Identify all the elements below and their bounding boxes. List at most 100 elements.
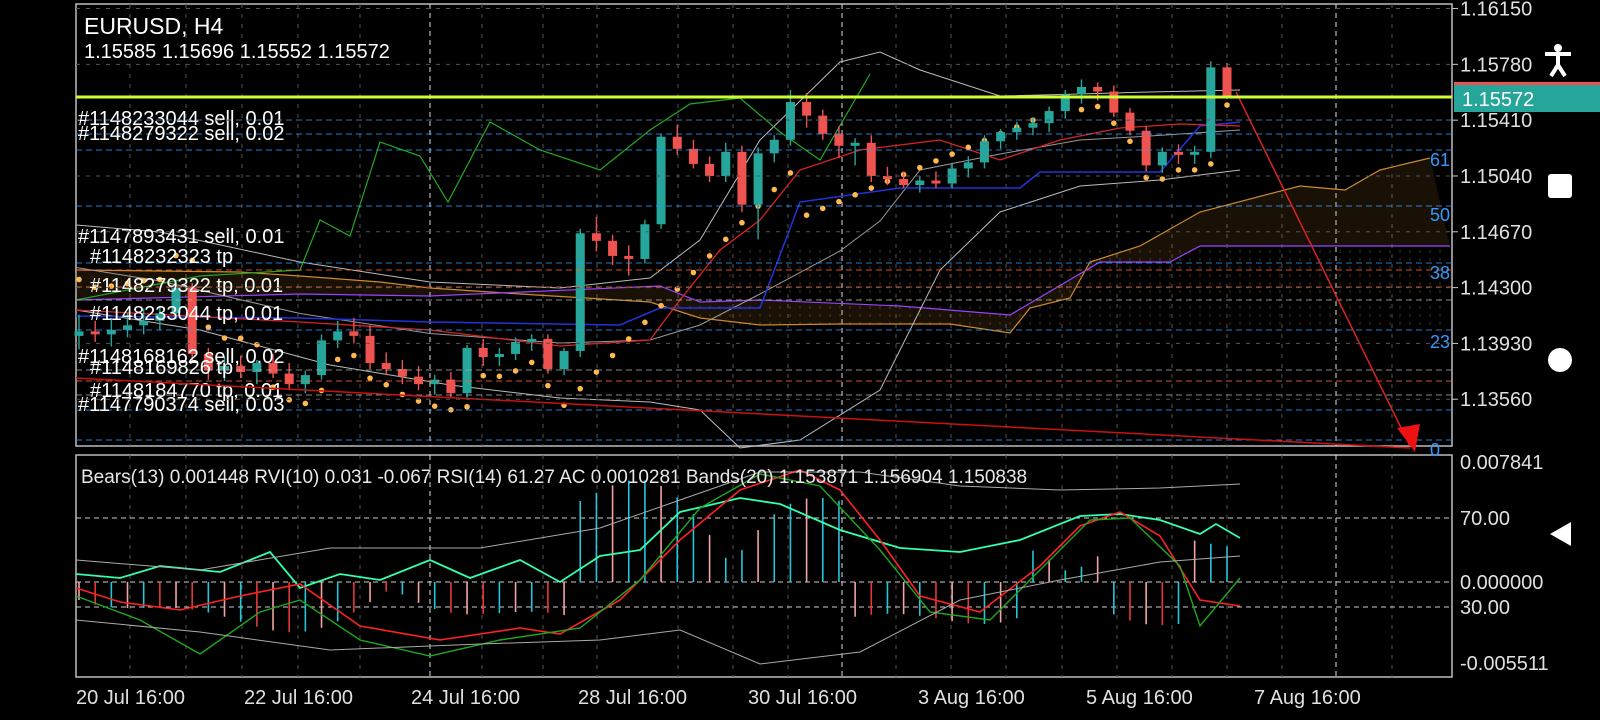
candle-body [559, 350, 569, 370]
sar-dot [237, 335, 244, 342]
sar-dot [334, 356, 341, 363]
price-tick-label: 1.14300 [1460, 278, 1532, 300]
square-icon[interactable] [1546, 172, 1574, 200]
candle-body [591, 233, 601, 241]
circle-icon[interactable] [1546, 346, 1574, 374]
candle-body [1076, 86, 1086, 95]
candle-body [90, 331, 100, 335]
candle-body [1012, 127, 1022, 133]
candle-body [1157, 151, 1167, 166]
candle-body [1109, 91, 1119, 113]
candle-body [300, 375, 310, 385]
sar-dot [642, 319, 648, 326]
sar-dot [803, 212, 810, 218]
sar-dot [690, 269, 697, 276]
order-label: #1148232323 tp [90, 246, 233, 268]
order-label: #1148169826 tp [90, 357, 233, 379]
candle-body [123, 325, 133, 330]
order-label: #1147790374 sell, 0.03 [78, 394, 284, 416]
order-label: #1148279322 sell, 0.02 [78, 123, 284, 145]
sar-dot [1094, 103, 1101, 110]
triangle-back-icon[interactable] [1547, 520, 1575, 548]
candle-body [979, 141, 989, 163]
candle-body [866, 142, 876, 176]
chart-grid [75, 3, 1453, 678]
candle-body [478, 347, 488, 357]
price-tick-label: 1.14670 [1460, 222, 1532, 244]
fib-level-label: 23 [1430, 332, 1450, 352]
sar-dot [722, 236, 729, 243]
sar-dot [431, 403, 438, 409]
sar-dot [577, 385, 584, 392]
candle-body [527, 338, 537, 342]
order-label: #1148233044 tp, 0.01 [90, 303, 283, 325]
time-tick-label: 30 Jul 16:00 [748, 687, 857, 709]
sar-dot [658, 302, 664, 309]
candle-body [769, 139, 779, 154]
candle-body [462, 347, 472, 394]
sar-dot [1191, 167, 1198, 173]
candle-body [349, 331, 359, 336]
sar-dot [852, 192, 858, 198]
candle-body [284, 373, 294, 385]
price-tick-label: 1.15040 [1460, 166, 1532, 188]
time-axis: 20 Jul 16:00 22 Jul 16:00 24 Jul 16:00 28 J… [76, 687, 1361, 709]
chart-canvas[interactable]: #1148233044 sell, 0.01#1148279322 sell, … [0, 0, 1600, 720]
sar-dot [76, 276, 82, 283]
candle-body [705, 163, 715, 176]
time-tick-label: 5 Aug 16:00 [1086, 687, 1193, 709]
candle-body [1222, 67, 1232, 97]
candle-body [414, 376, 424, 385]
time-tick-label: 7 Aug 16:00 [1254, 687, 1361, 709]
sar-dot [545, 382, 551, 389]
candle-body [721, 151, 731, 176]
candle-body [1206, 67, 1216, 152]
sar-dot [1159, 176, 1166, 182]
sar-dot [496, 373, 503, 380]
sar-dot [480, 372, 487, 379]
candle-body [1044, 111, 1054, 124]
time-tick-label: 28 Jul 16:00 [578, 687, 687, 709]
order-label: #1148279322 tp, 0.01 [90, 275, 283, 297]
time-tick-label: 20 Jul 16:00 [76, 687, 185, 709]
price-badge-top [1454, 82, 1600, 85]
time-tick-label: 22 Jul 16:00 [244, 687, 353, 709]
candle-body [1125, 112, 1135, 131]
sar-dot [512, 368, 519, 374]
sar-dot [1224, 102, 1230, 108]
candle-body [672, 136, 682, 149]
projection-line [1235, 91, 1411, 447]
candle-body [915, 180, 925, 186]
price-tick-label: 1.13930 [1460, 333, 1532, 355]
price-tick-label: 1.16150 [1460, 0, 1532, 21]
rvi-signal-line [75, 473, 1241, 657]
sar-dot [949, 151, 955, 157]
rvi-line [75, 469, 1241, 641]
ohlc-readout: 1.15585 1.15696 1.15552 1.15572 [84, 41, 390, 63]
candle-body [1028, 123, 1038, 128]
candle-body [850, 142, 860, 146]
crosshair-person-icon[interactable] [1540, 42, 1576, 78]
candle-body [963, 162, 973, 169]
candle-body [333, 331, 343, 341]
sar-dot [205, 324, 212, 330]
sar-dot [965, 144, 972, 151]
sar-dot [609, 352, 616, 359]
sar-dot [706, 253, 713, 259]
sar-dot [771, 186, 778, 193]
sar-dot [383, 381, 390, 388]
candle-body [737, 151, 747, 205]
candle-body [575, 233, 585, 351]
sar-dot [464, 403, 470, 410]
fib-level-label: 61 [1430, 150, 1450, 170]
candle-body [494, 353, 504, 357]
sar-dot [1111, 120, 1117, 126]
candle-body [688, 148, 698, 164]
fib-level-label: 38 [1430, 263, 1450, 283]
sar-dot [739, 219, 745, 226]
candle-body [381, 363, 391, 370]
candle-body [1093, 86, 1103, 92]
candle-body [446, 379, 456, 394]
order-label: #1147893431 sell, 0.01 [78, 226, 284, 248]
candle-body [1141, 130, 1151, 166]
